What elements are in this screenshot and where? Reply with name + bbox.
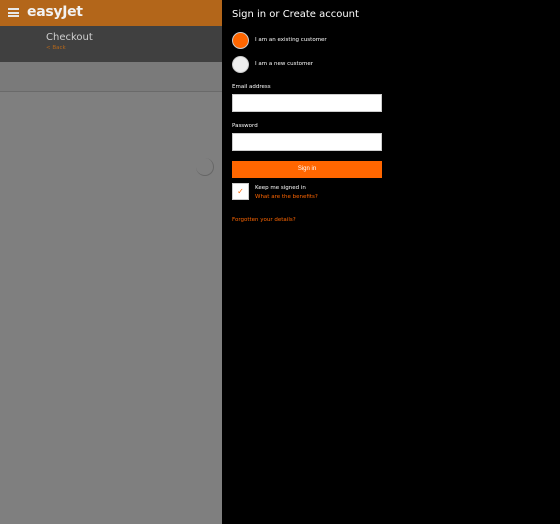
signin-button[interactable]: Sign in — [232, 161, 382, 178]
keep-signed-in-checkbox[interactable]: ✓ — [232, 183, 249, 200]
back-link[interactable]: < Back — [46, 45, 66, 51]
benefits-link[interactable]: What are the benefits? — [255, 194, 318, 200]
checkout-header — [0, 26, 222, 62]
radio-label: I am a new customer — [255, 61, 313, 67]
radio-selected-icon[interactable] — [232, 31, 249, 49]
radio-existing-customer[interactable]: I am an existing customer — [232, 31, 327, 49]
radio-label: I am an existing customer — [255, 37, 327, 43]
radio-unselected-icon[interactable] — [232, 55, 249, 73]
dimmed-background-page: easyJet Checkout < Back — [0, 0, 222, 524]
signin-panel: Sign in or Create account I am an existi… — [222, 0, 560, 524]
password-label: Password — [232, 123, 258, 129]
email-field[interactable] — [232, 94, 382, 112]
password-field[interactable] — [232, 133, 382, 151]
forgot-details-link[interactable]: Forgotten your details? — [232, 217, 296, 223]
brand-logo: easyJet — [27, 4, 83, 20]
keep-signed-in-label: Keep me signed in — [255, 185, 306, 191]
menu-icon[interactable] — [8, 8, 19, 17]
content-strip — [0, 62, 222, 92]
page-title: Checkout — [46, 32, 93, 43]
email-label: Email address — [232, 84, 271, 90]
panel-title: Sign in or Create account — [232, 9, 359, 20]
radio-new-customer[interactable]: I am a new customer — [232, 55, 313, 73]
loading-spinner-icon — [196, 158, 214, 176]
